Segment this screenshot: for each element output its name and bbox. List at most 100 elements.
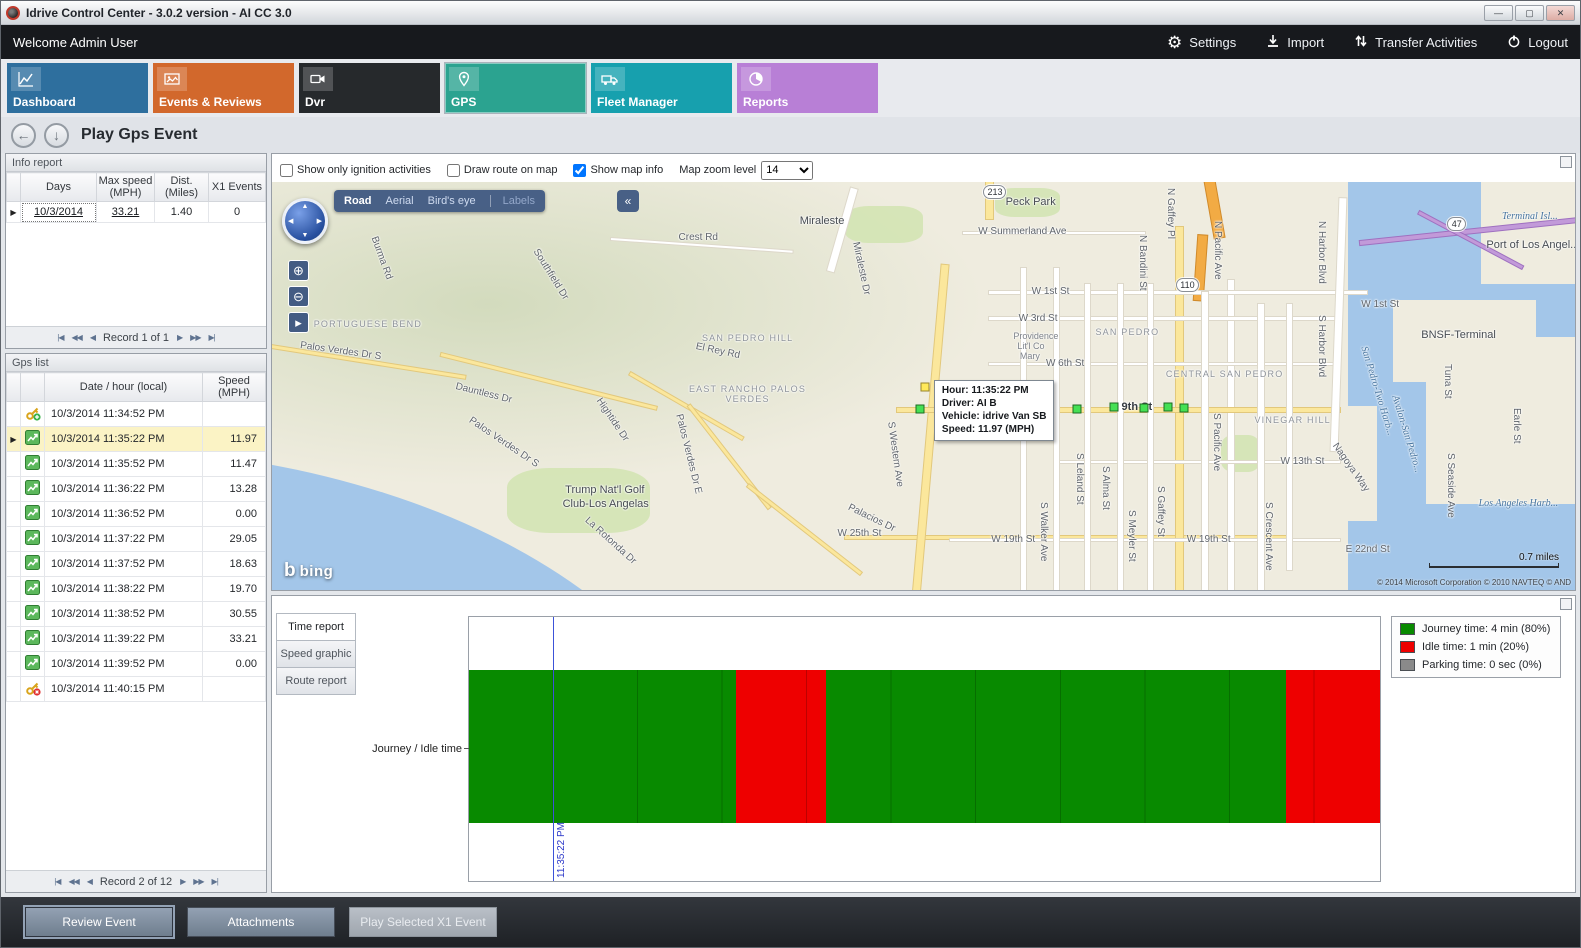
map-toolbar-collapse-button[interactable]: «	[617, 190, 639, 212]
collapse-panel-button[interactable]	[1560, 156, 1572, 168]
gps-point-marker-green[interactable]	[915, 404, 924, 413]
days-cell[interactable]: 10/3/2014	[21, 202, 97, 223]
chart-legend: Journey time: 4 min (80%)Idle time: 1 mi…	[1391, 616, 1561, 678]
tab-events-reviews[interactable]: Events & Reviews	[153, 63, 294, 113]
pager-first-button[interactable]: |◀	[54, 877, 60, 886]
map-style-aerial[interactable]: Aerial	[386, 195, 414, 207]
play-selected-x1-event-button[interactable]: Play Selected X1 Event	[349, 907, 497, 937]
tab-route-report[interactable]: Route report	[276, 667, 356, 695]
tab-fleet-manager[interactable]: Fleet Manager	[591, 63, 732, 113]
transfer-arrows-icon	[1354, 34, 1368, 51]
info-report-row[interactable]: ▶ 10/3/2014 33.21 1.40 0	[7, 202, 266, 223]
map-compass-control[interactable]: ▲ ▼ ◀ ▶	[282, 198, 328, 244]
tab-speed-graphic[interactable]: Speed graphic	[276, 640, 356, 668]
legend-item-journey: Journey time: 4 min (80%)	[1400, 623, 1552, 635]
settings-button[interactable]: ⚙ Settings	[1167, 34, 1236, 51]
map-canvas[interactable]: Road Aerial Bird's eye Labels « ▲ ▼ ◀ ▶ …	[272, 182, 1575, 590]
map-label: W 6th St	[1046, 358, 1084, 369]
pager-fast-next-button[interactable]: ▶▶	[193, 877, 203, 886]
col-datetime[interactable]: Date / hour (local)	[45, 373, 203, 402]
back-button[interactable]: ←	[11, 123, 36, 148]
zoom-out-button[interactable]: ⊖	[288, 286, 309, 307]
pager-fast-prev-button[interactable]: ◀◀	[72, 333, 82, 342]
gps-row[interactable]: 10/3/2014 11:36:52 PM0.00	[7, 502, 266, 527]
close-button[interactable]: ✕	[1546, 5, 1575, 21]
import-button[interactable]: Import	[1266, 34, 1324, 51]
map-style-birdseye[interactable]: Bird's eye	[428, 195, 476, 207]
col-x1-events[interactable]: X1 Events	[209, 173, 266, 202]
gps-list-table: Date / hour (local) Speed (MPH) 10/3/201…	[6, 372, 266, 702]
down-button[interactable]: ↓	[44, 123, 69, 148]
pan-left-icon[interactable]: ◀	[288, 217, 293, 225]
pan-down-icon[interactable]: ▼	[302, 232, 309, 239]
col-days[interactable]: Days	[21, 173, 97, 202]
gps-point-marker-green[interactable]	[1164, 402, 1173, 411]
show-ignition-checkbox[interactable]: Show only ignition activities	[280, 164, 431, 177]
review-event-button[interactable]: Review Event	[25, 907, 173, 937]
gps-row[interactable]: 10/3/2014 11:38:22 PM19.70	[7, 577, 266, 602]
gps-row[interactable]: 10/3/2014 11:37:52 PM18.63	[7, 552, 266, 577]
tab-time-report[interactable]: Time report	[276, 613, 356, 641]
gps-point-marker-yellow[interactable]	[920, 383, 929, 392]
transfer-activities-button[interactable]: Transfer Activities	[1354, 34, 1477, 51]
tab-gps[interactable]: GPS	[445, 63, 586, 113]
zoom-in-button[interactable]: ⊕	[288, 260, 309, 281]
draw-route-checkbox[interactable]: Draw route on map	[447, 164, 558, 177]
time-marker-line[interactable]	[553, 617, 554, 881]
row-indicator: ▶	[7, 202, 21, 223]
map-label: Mary	[1020, 351, 1040, 361]
gps-row[interactable]: 10/3/2014 11:39:22 PM33.21	[7, 627, 266, 652]
pager-prev-button[interactable]: ◀	[90, 333, 95, 342]
gps-point-marker-green[interactable]	[1180, 404, 1189, 413]
gps-row[interactable]: 10/3/2014 11:38:52 PM30.55	[7, 602, 266, 627]
app-window: Idrive Control Center - 3.0.2 version - …	[0, 0, 1581, 948]
map-label: SAN PEDRO HILL	[702, 333, 793, 343]
gps-row[interactable]: 10/3/2014 11:40:15 PM	[7, 677, 266, 702]
row-indicator	[7, 627, 21, 652]
show-map-info-checkbox[interactable]: Show map info	[573, 164, 663, 177]
gps-row[interactable]: 10/3/2014 11:39:52 PM0.00	[7, 652, 266, 677]
gps-point-marker-green[interactable]	[1073, 404, 1082, 413]
map-zoom-label: Map zoom level	[679, 164, 756, 176]
logout-button[interactable]: Logout	[1507, 34, 1568, 51]
map-expand-button[interactable]: ▸	[288, 312, 309, 333]
gps-row[interactable]: 10/3/2014 11:35:52 PM11.47	[7, 452, 266, 477]
map-label: S Seaside Ave	[1445, 453, 1456, 518]
row-indicator	[7, 652, 21, 677]
tab-dashboard[interactable]: Dashboard	[7, 63, 148, 113]
gps-datetime: 10/3/2014 11:37:52 PM	[45, 552, 203, 577]
map-style-labels[interactable]: Labels	[490, 195, 535, 207]
gps-row[interactable]: 10/3/2014 11:36:22 PM13.28	[7, 477, 266, 502]
tab-reports[interactable]: Reports	[737, 63, 878, 113]
col-max-speed[interactable]: Max speed (MPH)	[97, 173, 155, 202]
tab-dvr[interactable]: Dvr	[299, 63, 440, 113]
pager-next-button[interactable]: ▶	[180, 877, 185, 886]
minimize-button[interactable]: —	[1484, 5, 1513, 21]
max-speed-cell[interactable]: 33.21	[97, 202, 155, 223]
pager-prev-button[interactable]: ◀	[87, 877, 92, 886]
pager-fast-next-button[interactable]: ▶▶	[190, 333, 200, 342]
maximize-button[interactable]: ▢	[1515, 5, 1544, 21]
collapse-panel-button[interactable]	[1560, 598, 1572, 610]
gps-speed: 29.05	[203, 527, 266, 552]
gps-speed: 11.97	[203, 427, 266, 452]
gps-list-panel: Gps list Date / hour (local) Speed (MPH)…	[5, 353, 267, 893]
attachments-button[interactable]: Attachments	[187, 907, 335, 937]
gps-row[interactable]: ▶10/3/2014 11:35:22 PM11.97	[7, 427, 266, 452]
col-dist[interactable]: Dist. (Miles)	[155, 173, 209, 202]
pager-fast-prev-button[interactable]: ◀◀	[68, 877, 78, 886]
gps-row[interactable]: 10/3/2014 11:34:52 PM	[7, 402, 266, 427]
info-report-panel: Info report Days Max speed (MPH) Dist. (…	[5, 153, 267, 349]
pager-last-button[interactable]: ▶|	[212, 877, 218, 886]
gps-point-marker-green[interactable]	[1109, 403, 1118, 412]
gps-row[interactable]: 10/3/2014 11:37:22 PM29.05	[7, 527, 266, 552]
map-zoom-select[interactable]: 14	[761, 161, 813, 180]
pager-first-button[interactable]: |◀	[57, 333, 63, 342]
pan-right-icon[interactable]: ▶	[317, 217, 322, 225]
pager-next-button[interactable]: ▶	[177, 333, 182, 342]
col-speed[interactable]: Speed (MPH)	[203, 373, 266, 402]
map-style-road[interactable]: Road	[344, 195, 372, 207]
pager-last-button[interactable]: ▶|	[208, 333, 214, 342]
gps-point-marker-green[interactable]	[1139, 404, 1148, 413]
pan-up-icon[interactable]: ▲	[302, 203, 309, 210]
